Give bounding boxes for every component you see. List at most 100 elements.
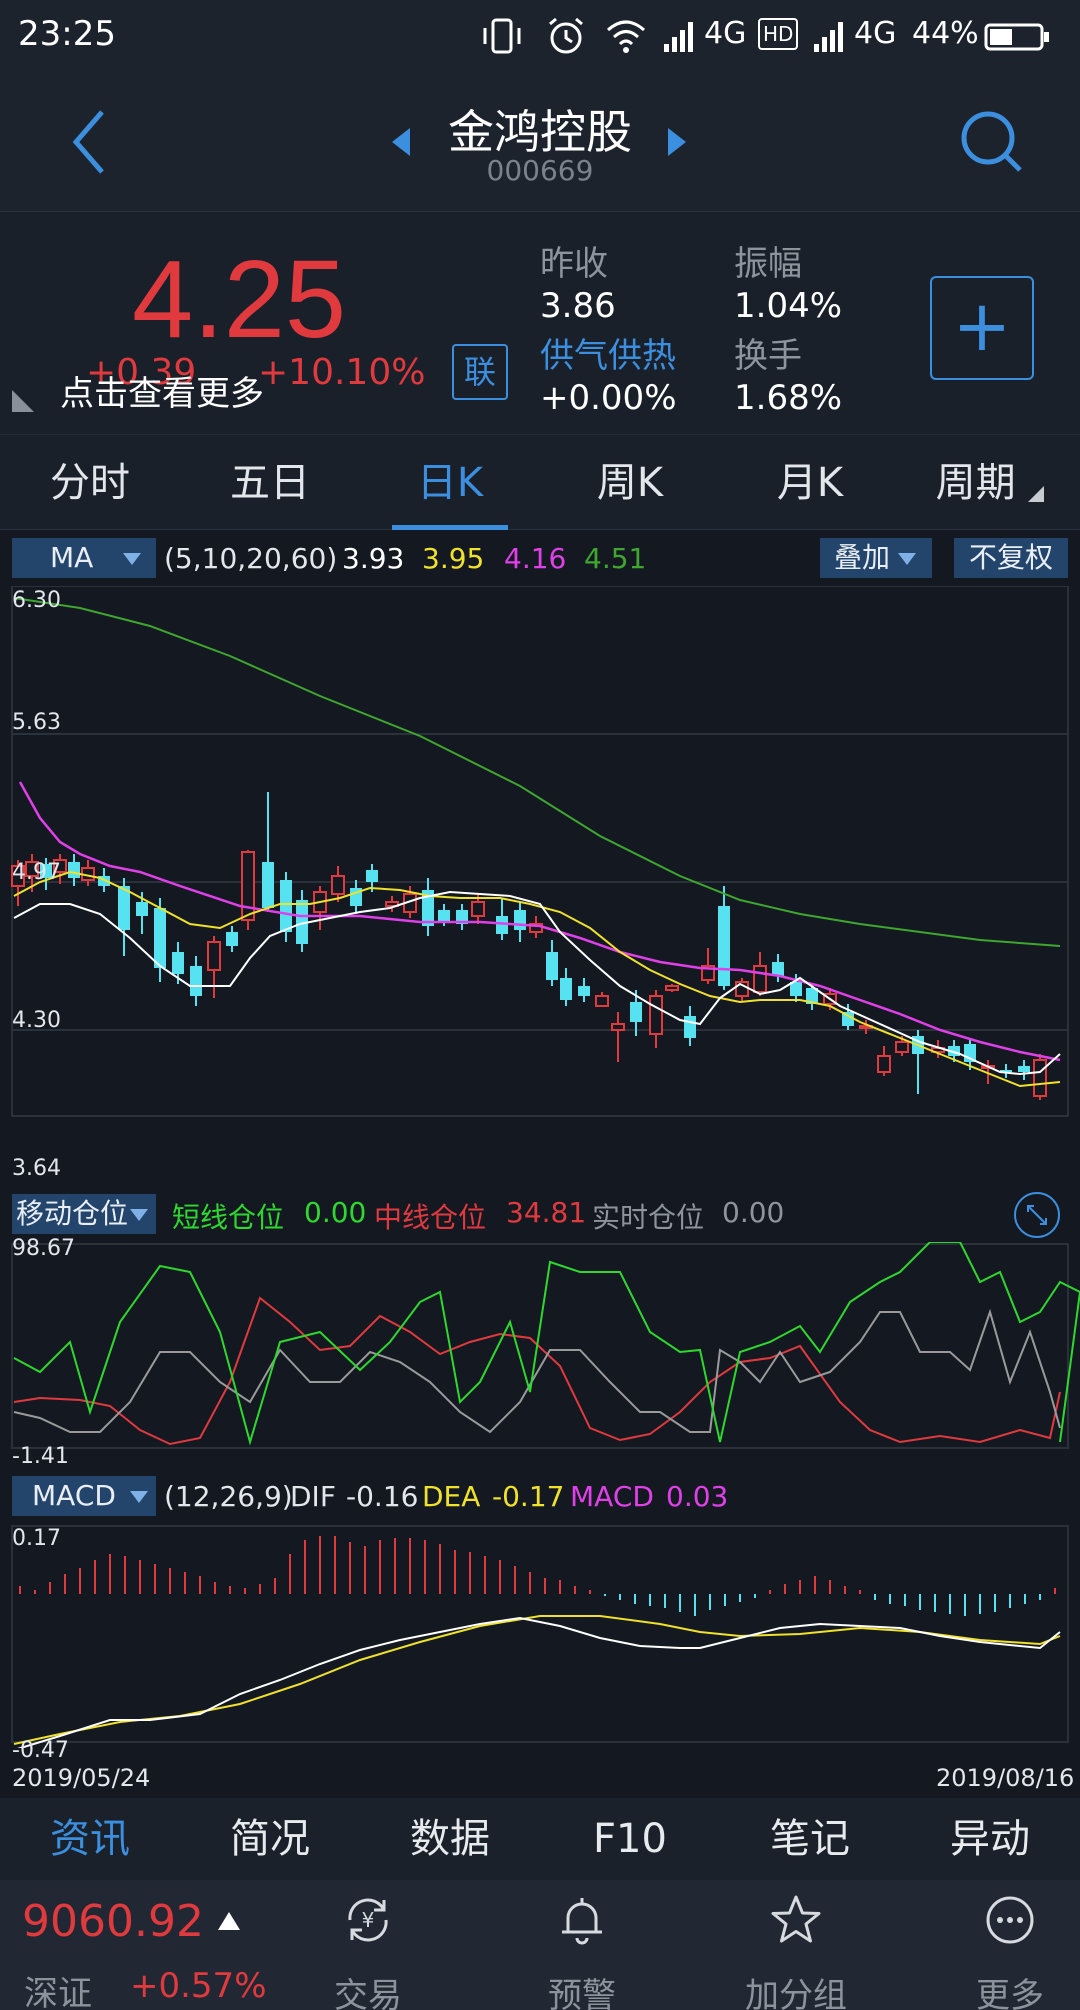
chevron-down-icon: [130, 1209, 149, 1221]
prev-close-label: 昨收: [540, 244, 608, 284]
period-tabs: 分时 五日 日K 周K 月K 周期: [0, 434, 1080, 531]
status-bar: 23:25 4G HD 4G 44%: [0, 0, 1080, 72]
nav-group[interactable]: 加分组: [696, 1880, 896, 2010]
ma-selector-label: MA: [50, 541, 94, 574]
macd-histogram: [19, 1536, 1056, 1616]
candle-body: [578, 986, 590, 996]
current-price: 4.25: [132, 238, 347, 361]
index-widget[interactable]: 9060.92 深证 +0.57%: [0, 1880, 270, 2010]
add-watchlist-button[interactable]: +: [930, 276, 1034, 380]
fullscreen-icon[interactable]: [1012, 1190, 1062, 1240]
real-position-line: [13, 1308, 1061, 1434]
candle-body: [136, 902, 148, 916]
candle-body: [207, 941, 221, 971]
macd-params: (12,26,9): [164, 1480, 293, 1513]
candle-body: [154, 908, 166, 968]
tab-weekly-k[interactable]: 周K: [540, 435, 720, 531]
back-icon[interactable]: [66, 102, 116, 182]
svg-text:¥: ¥: [362, 1908, 375, 1932]
price-change-pct: +10.10%: [258, 352, 426, 393]
candle-body: [546, 952, 558, 980]
overlay-label: 叠加: [834, 541, 891, 574]
tab-overview[interactable]: 简况: [180, 1798, 360, 1880]
tab-news[interactable]: 资讯: [0, 1798, 180, 1880]
nav-alert-label: 预警: [548, 1976, 616, 2010]
link-badge[interactable]: 联: [452, 344, 508, 400]
tab-intraday[interactable]: 分时: [0, 435, 180, 531]
position-axis-top: 98.67: [12, 1236, 75, 1261]
price-axis-top: 6.30: [12, 588, 61, 613]
add-label: +: [952, 285, 1012, 367]
tab-period-label: 周期: [935, 460, 1016, 506]
tab-f10[interactable]: F10: [540, 1798, 720, 1880]
dif-value: -0.16: [346, 1480, 419, 1513]
overlay-button[interactable]: 叠加: [820, 538, 932, 578]
alarm-icon: [549, 17, 583, 54]
tab-data[interactable]: 数据: [360, 1798, 540, 1880]
battery-percent: 44%: [912, 16, 979, 51]
short-position-value: 0.00: [304, 1196, 367, 1229]
candle-body: [514, 910, 526, 930]
macd-selector[interactable]: MACD: [12, 1476, 156, 1516]
candle-body: [366, 870, 378, 882]
wifi-icon: [607, 20, 645, 53]
candle-body: [649, 995, 663, 1035]
position-selector[interactable]: 移动仓位: [12, 1194, 156, 1234]
candle-body: [262, 862, 274, 908]
tab-period-menu[interactable]: 周期: [900, 435, 1080, 531]
macd-axis-top: 0.17: [12, 1526, 61, 1551]
turnover-label: 换手: [734, 336, 802, 376]
adjust-button[interactable]: 不复权: [954, 538, 1068, 578]
nav-more[interactable]: 更多: [910, 1880, 1080, 2010]
ma20-value: 4.16: [504, 542, 567, 575]
index-value: 9060.92: [22, 1896, 204, 1947]
candle-body: [684, 1016, 696, 1038]
nav-alert[interactable]: 预警: [482, 1880, 682, 2010]
star-icon: [771, 1895, 821, 1943]
macd-value: 0.03: [666, 1480, 729, 1513]
candle-body: [753, 965, 767, 993]
signal-icon: [664, 22, 693, 52]
search-icon[interactable]: [956, 106, 1026, 176]
kline-chart[interactable]: [0, 586, 1080, 1120]
tab-monthly-k[interactable]: 月K: [720, 435, 900, 531]
tab-daily-k[interactable]: 日K: [360, 435, 540, 531]
up-arrow-icon: [218, 1912, 240, 1930]
macd-axis-bottom: -0.47: [12, 1738, 69, 1763]
ma5-value: 3.93: [342, 542, 405, 575]
chart-area: MA (5,10,20,60) 3.93 3.95 4.16 4.51 叠加 不…: [0, 530, 1080, 1798]
macd-chart[interactable]: [0, 1524, 1080, 1748]
turnover-value: 1.68%: [734, 378, 843, 418]
candle-body: [68, 862, 80, 878]
candle-body: [790, 982, 802, 996]
more-info-link[interactable]: 点击查看更多: [60, 366, 264, 415]
candle-body: [331, 875, 345, 895]
price-axis-4: 4.30: [12, 1008, 61, 1033]
real-position-label: 实时仓位: [592, 1201, 705, 1234]
candlesticks: [11, 792, 1047, 1100]
tab-five-day[interactable]: 五日: [180, 435, 360, 531]
price-axis-2: 5.63: [12, 710, 61, 735]
candle-body: [172, 952, 184, 974]
position-axis-bottom: -1.41: [12, 1444, 69, 1469]
end-date: 2019/08/16: [936, 1764, 1075, 1792]
dif-label: DIF: [290, 1480, 336, 1513]
nav-trade[interactable]: ¥ 交易: [268, 1880, 468, 2010]
tab-notes[interactable]: 笔记: [720, 1798, 900, 1880]
ma-selector[interactable]: MA: [12, 538, 156, 578]
tab-alerts[interactable]: 异动: [900, 1798, 1080, 1880]
info-tabs: 资讯 简况 数据 F10 笔记 异动: [0, 1798, 1080, 1880]
position-selector-label: 移动仓位: [16, 1197, 129, 1230]
quote-panel: 4.25 +0.39 +10.10% 点击查看更多 联 昨收 3.86 供气供热…: [0, 212, 1080, 434]
real-position-value: 0.00: [722, 1196, 785, 1229]
chevron-down-icon: [898, 553, 917, 565]
bottom-nav: 9060.92 深证 +0.57% ¥ 交易 预警 加分组 更多: [0, 1880, 1080, 2010]
stock-name: 金鸿控股: [448, 105, 632, 159]
candle-body: [190, 966, 202, 996]
sector-link[interactable]: 供气供热: [540, 328, 676, 377]
macd-label: MACD: [570, 1480, 654, 1513]
next-stock-icon[interactable]: [664, 124, 690, 160]
candle-body: [438, 910, 450, 922]
position-chart[interactable]: [0, 1242, 1080, 1452]
vibrate-icon: [483, 18, 521, 54]
